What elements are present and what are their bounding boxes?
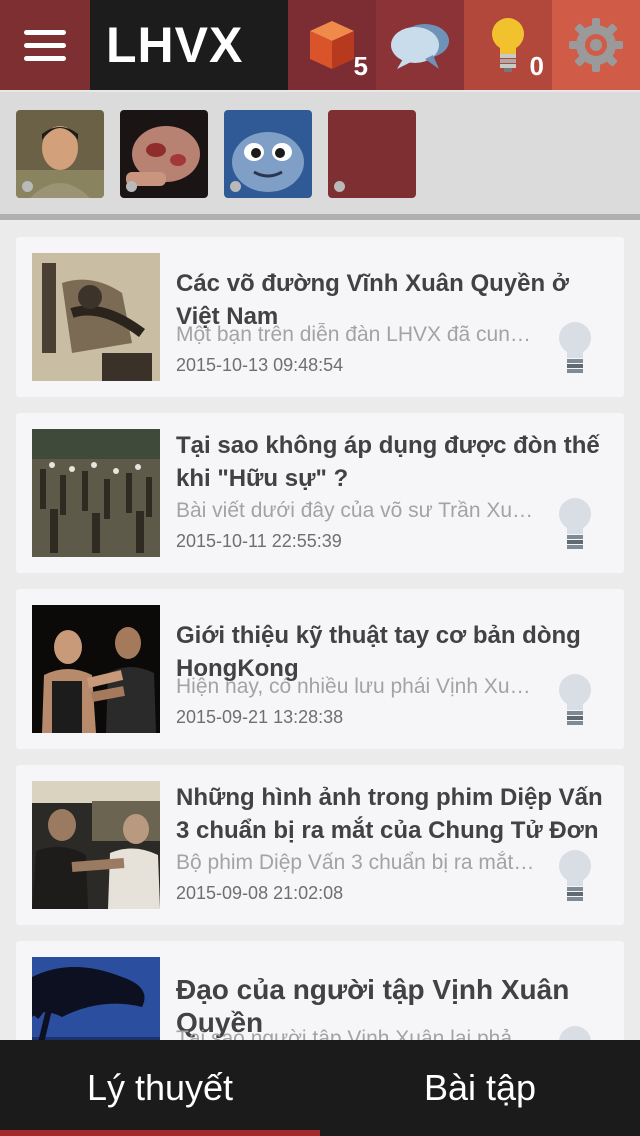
article-snippet: Bộ phim Diệp Vấn 3 chuẩn bị ra mắt với n…: [176, 851, 536, 874]
app-title-box: LHVX: [90, 0, 288, 90]
article-thumbnail: [32, 781, 160, 909]
lightbulb-icon[interactable]: [556, 1025, 594, 1040]
article-card[interactable]: Đạo của người tập Vịnh Xuân Quyền Tại sa…: [16, 941, 624, 1040]
lightbulb-icon[interactable]: [556, 497, 594, 553]
lightbulb-icon[interactable]: [556, 321, 594, 377]
article-snippet: Tại sao người tập Vịnh Xuân lại phải có: [176, 1027, 536, 1040]
status-dot: [126, 181, 137, 192]
avatar-user-3[interactable]: [224, 110, 312, 198]
chat-bubbles-icon: [391, 24, 449, 69]
lightbulb-button[interactable]: 0: [464, 0, 552, 90]
article-card[interactable]: Các võ đường Vĩnh Xuân Quyền ở Việt Nam …: [16, 237, 624, 397]
menu-button[interactable]: [0, 0, 90, 90]
gear-icon: [569, 18, 623, 72]
status-dot: [22, 181, 33, 192]
cube-button[interactable]: 5: [288, 0, 376, 90]
article-card[interactable]: Giới thiệu kỹ thuật tay cơ bản dòng Hong…: [16, 589, 624, 749]
avatar-user-2[interactable]: [120, 110, 208, 198]
cube-icon: [310, 21, 354, 69]
article-date: 2015-09-08 21:02:08: [176, 883, 344, 903]
article-date: 2015-10-11 22:55:39: [176, 531, 342, 551]
article-card[interactable]: Những hình ảnh trong phim Diệp Vấn 3 chu…: [16, 765, 624, 925]
hamburger-icon: [24, 29, 66, 61]
avatar-user-4[interactable]: [328, 110, 416, 198]
article-date: 2015-09-21 13:28:38: [176, 707, 344, 727]
lightbulb-icon[interactable]: [556, 673, 594, 729]
cube-count: 5: [353, 51, 368, 81]
lightbulb-count: 0: [529, 51, 544, 81]
article-thumbnail: [32, 429, 160, 557]
bottom-tab-bar: Lý thuyết Bài tập: [0, 1040, 640, 1136]
lightbulb-icon[interactable]: [556, 849, 594, 905]
article-feed: Các võ đường Vĩnh Xuân Quyền ở Việt Nam …: [0, 220, 640, 1040]
settings-button[interactable]: [552, 0, 640, 90]
tab-exercises[interactable]: Bài tập: [320, 1040, 640, 1136]
lightbulb-icon: [492, 18, 524, 72]
avatar-strip: [0, 90, 640, 214]
tab-label: Bài tập: [423, 1067, 537, 1108]
article-thumbnail: [32, 957, 160, 1040]
status-dot: [230, 181, 241, 192]
article-card[interactable]: Tại sao không áp dụng được đòn thế khi "…: [16, 413, 624, 573]
chat-button[interactable]: [376, 0, 464, 90]
top-bar: LHVX 5 0: [0, 0, 640, 90]
article-title: Những hình ảnh trong phim Diệp Vấn 3 chu…: [176, 784, 603, 844]
app-title: LHVX: [106, 17, 244, 73]
status-dot: [334, 181, 345, 192]
article-snippet: Một bạn trên diễn đàn LHVX đã cung cấp t…: [176, 323, 536, 346]
article-thumbnail: [32, 605, 160, 733]
article-date: 2015-10-13 09:48:54: [176, 355, 344, 375]
article-thumbnail: [32, 253, 160, 381]
tab-theory[interactable]: Lý thuyết: [0, 1040, 320, 1136]
avatar-user-1[interactable]: [16, 110, 104, 198]
article-snippet: Hiện nay, có nhiều lưu phái Vịnh Xuân Qu…: [176, 675, 536, 698]
tab-label: Lý thuyết: [86, 1067, 234, 1108]
article-title: Tại sao không áp dụng được đòn thế khi "…: [176, 432, 600, 492]
article-snippet: Bài viết dưới đây của võ sư Trần Xuân Mẫ…: [176, 499, 536, 522]
